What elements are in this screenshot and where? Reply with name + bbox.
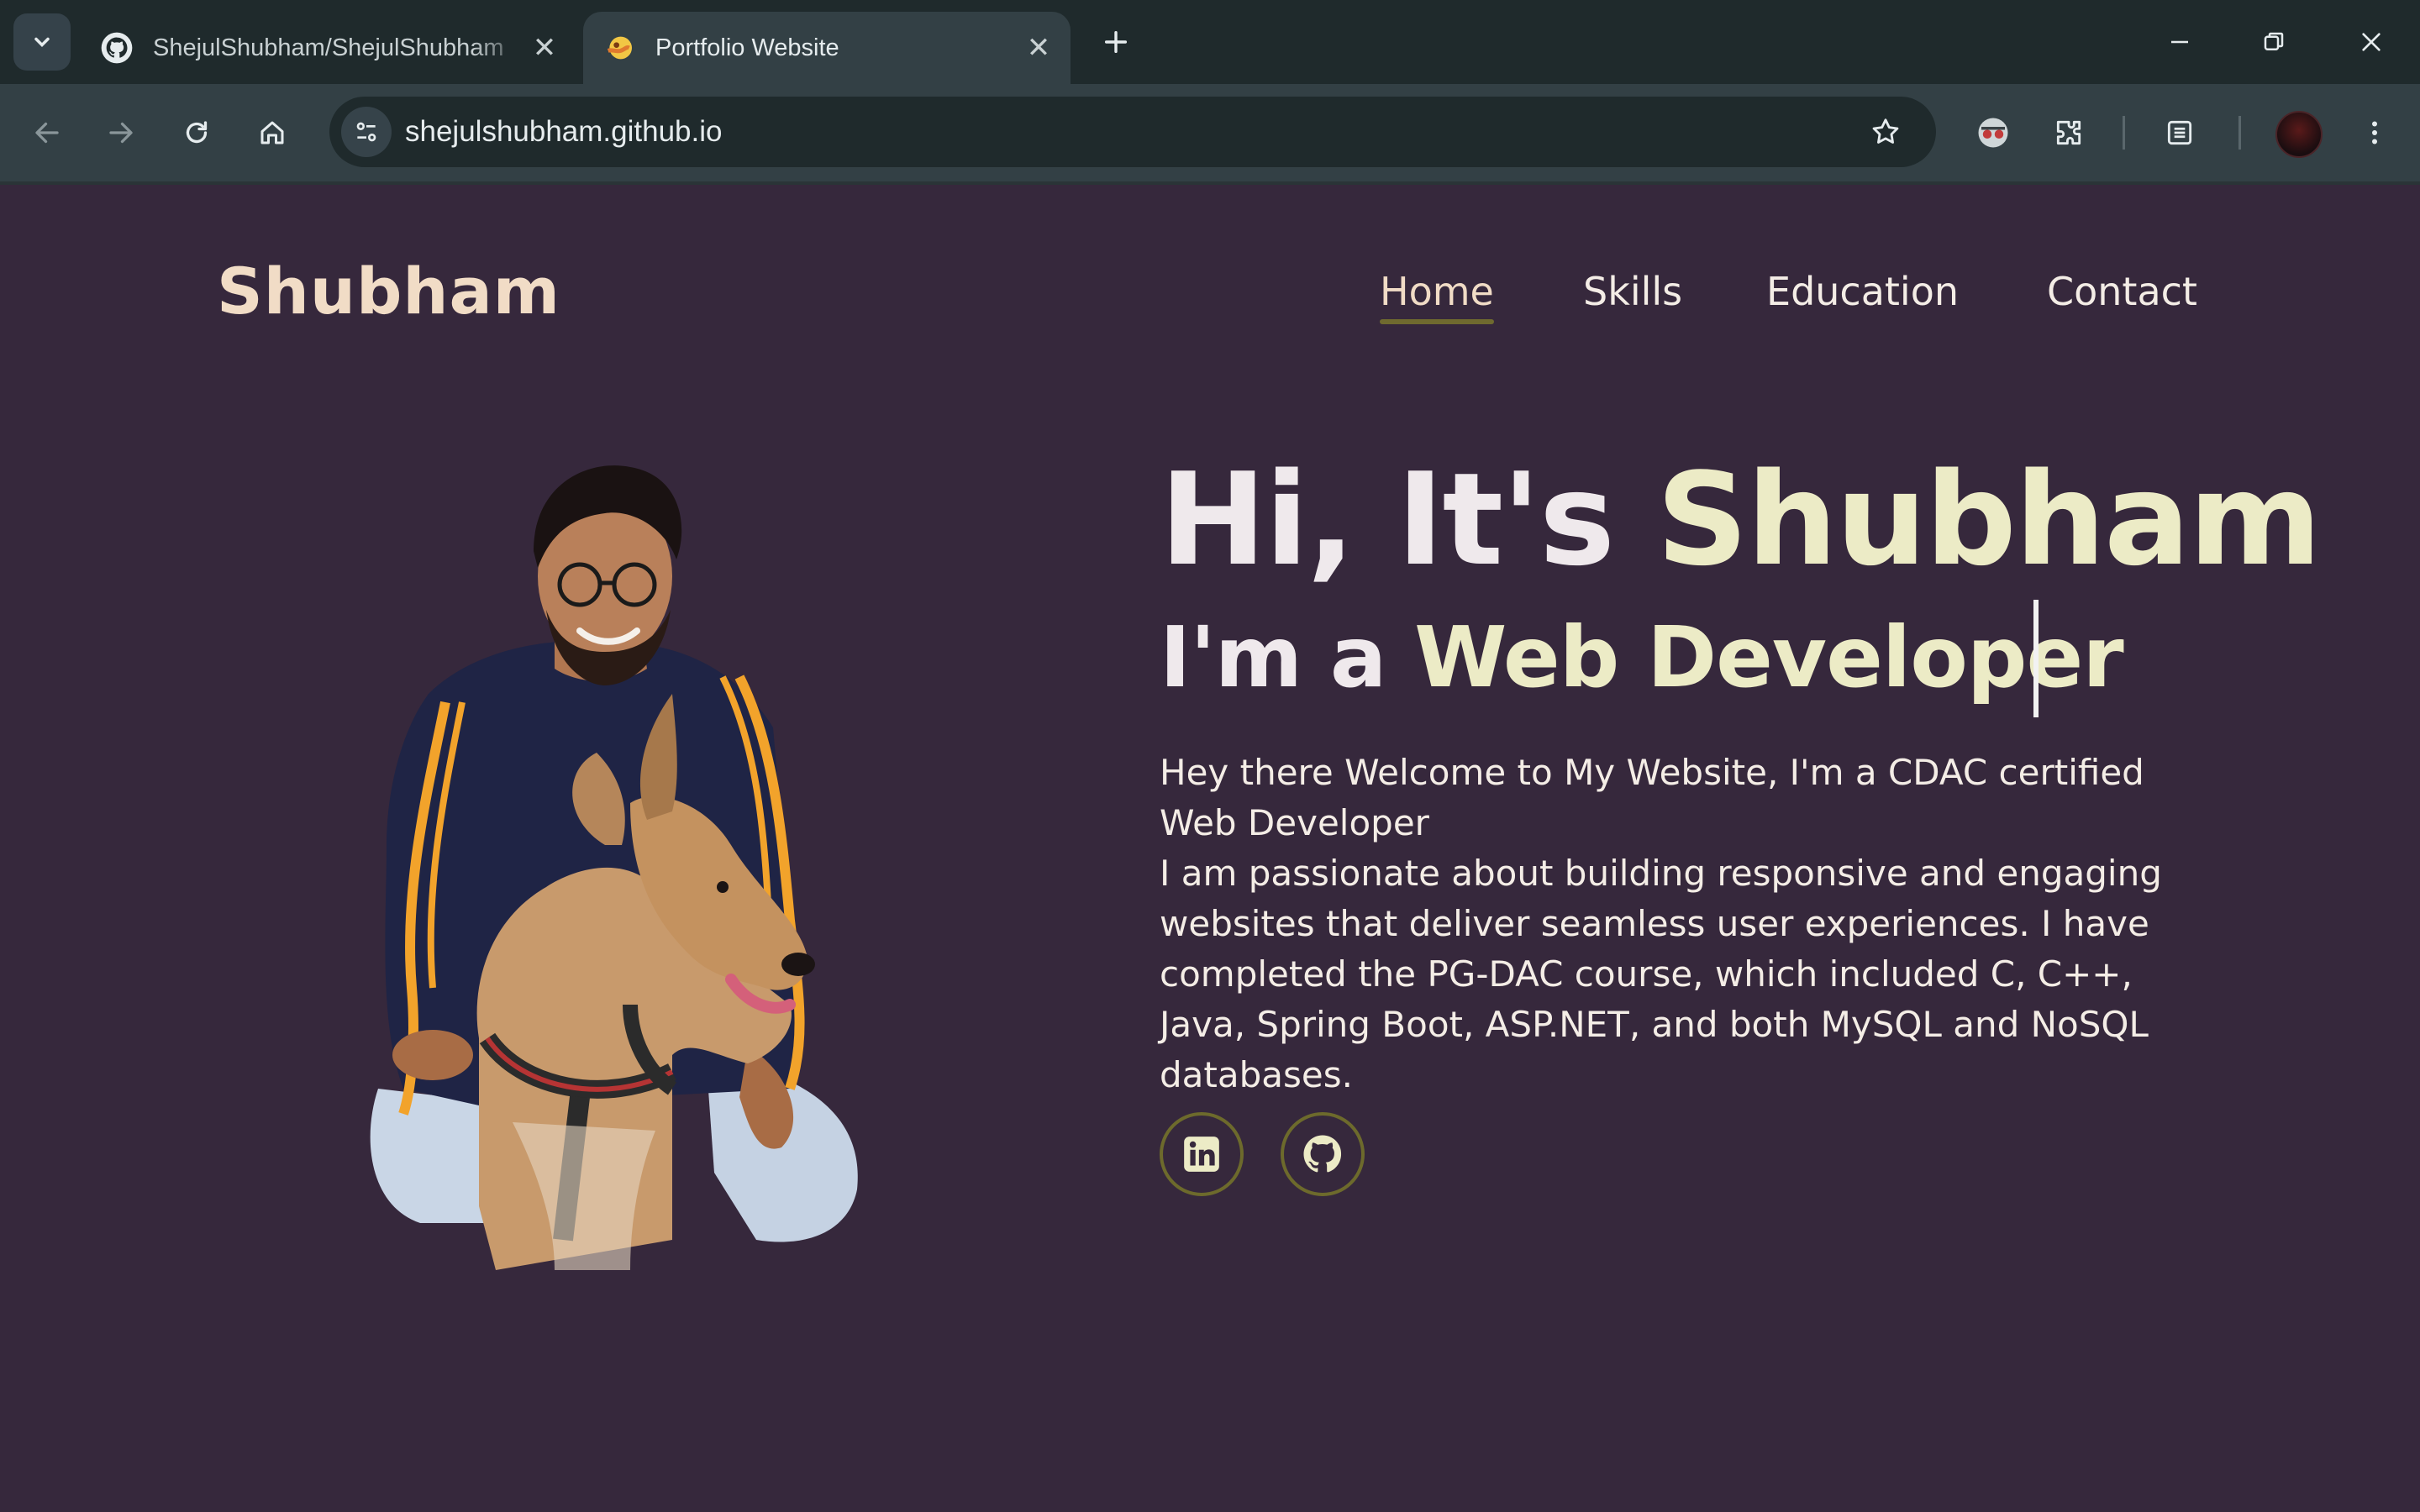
arrow-left-icon [35, 122, 59, 144]
back-button[interactable] [22, 108, 72, 158]
forward-button[interactable] [96, 108, 146, 158]
hero-name: Shubham [1656, 445, 2322, 594]
linkedin-icon [1184, 1137, 1219, 1172]
github-icon [99, 30, 134, 66]
home-button[interactable] [247, 108, 297, 158]
nav-skills[interactable]: Skills [1583, 269, 1682, 314]
address-bar[interactable]: shejulshubham.github.io [329, 97, 1936, 167]
close-icon [2362, 33, 2381, 51]
tab-search-button[interactable] [13, 13, 71, 71]
hero-role: Web Developer [1414, 608, 2123, 706]
site-info-button[interactable] [341, 107, 392, 157]
tab-title: ShejulShubham/ShejulShubham [153, 34, 504, 61]
intro-line: I am passionate about building responsiv… [1160, 853, 2162, 1095]
reload-icon [186, 121, 208, 144]
nav-education[interactable]: Education [1766, 269, 1959, 314]
github-link[interactable] [1281, 1112, 1365, 1196]
tune-icon [356, 122, 376, 142]
arrow-right-icon [109, 122, 133, 144]
plus-icon [1104, 30, 1128, 54]
bookmark-button[interactable] [1860, 107, 1911, 157]
hero-role-prefix: I'm a [1160, 608, 1415, 706]
tab-title: Portfolio Website [655, 34, 839, 61]
extensions-button[interactable] [2044, 108, 2094, 158]
close-icon[interactable]: ✕ [528, 31, 561, 65]
toolbar-divider [2238, 116, 2241, 150]
extension-spy-button[interactable] [1968, 108, 2018, 158]
browser-toolbar: shejulshubham.github.io [0, 84, 2420, 181]
intro-line: Hey there Welcome to My Website, I'm a C… [1160, 752, 2144, 843]
new-tab-button[interactable] [1094, 20, 1138, 64]
tab-portfolio[interactable]: Portfolio Website ✕ [583, 12, 1071, 84]
puzzle-icon [2056, 120, 2081, 145]
close-icon[interactable]: ✕ [1022, 31, 1055, 65]
nav-home[interactable]: Home [1380, 269, 1494, 314]
reload-button[interactable] [171, 108, 222, 158]
typing-cursor [2033, 600, 2039, 717]
hero-subheading: I'm a Web Developer [1160, 608, 2124, 706]
restore-button[interactable] [2249, 17, 2299, 67]
main-nav: Home Skills Education Contact [0, 269, 2420, 336]
tab-github[interactable]: ShejulShubham/ShejulShubham ✕ [81, 12, 576, 84]
browser-menu-button[interactable] [2349, 108, 2400, 158]
hero-heading: Hi, It's Shubham [1160, 445, 2322, 594]
close-window-button[interactable] [2346, 17, 2396, 67]
minimize-button[interactable] [2154, 17, 2205, 67]
browser-tab-strip: ShejulShubham/ShejulShubham ✕ Portfolio … [0, 0, 2420, 84]
star-icon [1872, 118, 1899, 144]
reading-list-icon [2167, 120, 2192, 145]
profile-avatar[interactable] [2275, 111, 2323, 158]
linkedin-link[interactable] [1160, 1112, 1244, 1196]
github-icon [1303, 1135, 1342, 1173]
hero-intro: Hey there Welcome to My Website, I'm a C… [1160, 748, 2210, 1100]
spy-extension-icon [1978, 118, 2008, 148]
hero-greeting: Hi, It's [1160, 445, 1657, 594]
profile-photo [370, 465, 858, 1270]
portfolio-favicon [602, 30, 637, 66]
minimize-icon [2171, 40, 2188, 44]
restore-icon [2264, 32, 2284, 50]
toolbar-divider [2123, 116, 2125, 150]
more-vertical-icon [2372, 121, 2377, 144]
nav-active-underline [1380, 319, 1494, 324]
chrome-divider [0, 181, 2420, 185]
url-text[interactable]: shejulshubham.github.io [405, 97, 722, 167]
chevron-down-icon [34, 37, 50, 47]
home-icon [260, 121, 284, 144]
reading-list-button[interactable] [2154, 108, 2205, 158]
nav-contact[interactable]: Contact [2047, 269, 2197, 314]
